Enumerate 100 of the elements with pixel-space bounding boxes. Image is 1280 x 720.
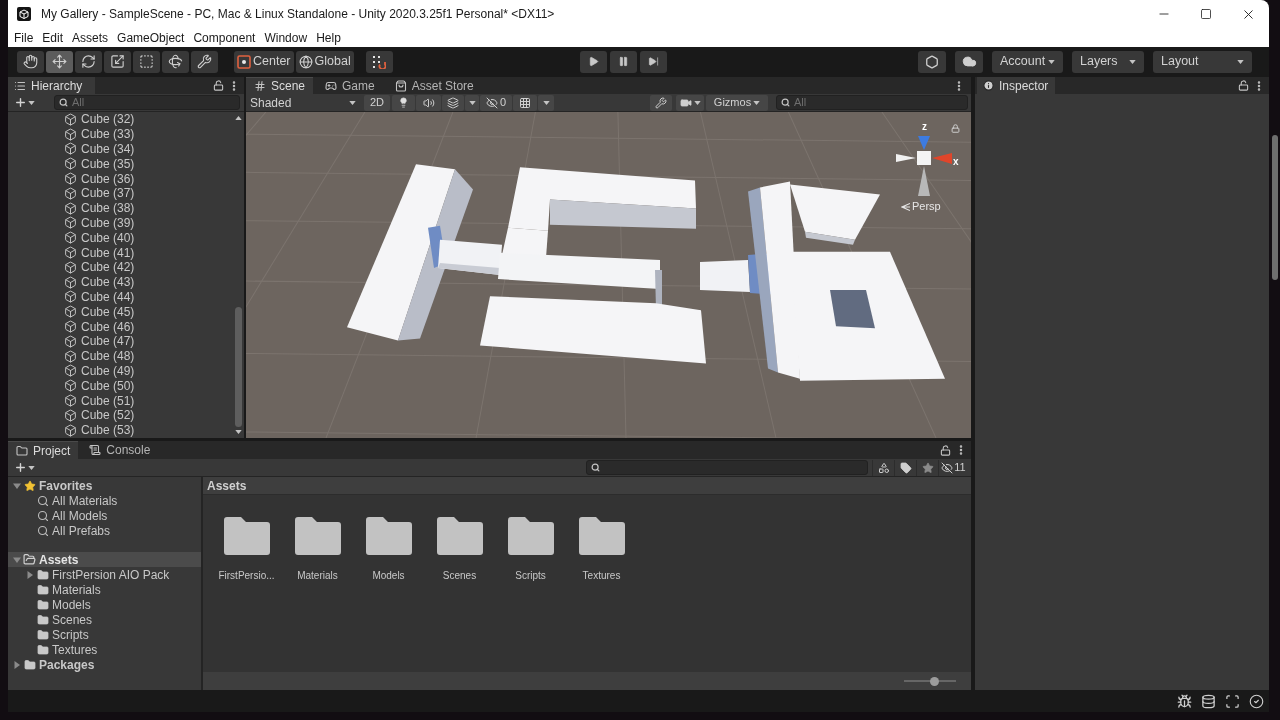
expanded-arrow-icon[interactable]: [12, 555, 21, 564]
asset-label[interactable]: Scripts: [515, 568, 546, 583]
playback-button[interactable]: [639, 50, 667, 73]
tool-button[interactable]: [46, 50, 73, 73]
tree-item[interactable]: Textures: [8, 642, 201, 657]
scrollbar-thumb[interactable]: [234, 307, 242, 427]
hierarchy-item[interactable]: Cube (35): [64, 157, 135, 171]
menu-item[interactable]: File: [14, 31, 34, 44]
asset-label[interactable]: Models: [372, 568, 405, 583]
lock-icon[interactable]: [1238, 80, 1249, 91]
scroll-down-arrow-icon[interactable]: [234, 430, 242, 434]
menu-item[interactable]: Help: [316, 31, 341, 44]
hierarchy-item[interactable]: Cube (43): [64, 275, 135, 289]
2d-toggle-button[interactable]: 2D: [364, 94, 390, 111]
lock-icon[interactable]: [213, 80, 224, 91]
pivot-button[interactable]: Center: [234, 50, 294, 73]
asset-label[interactable]: Textures: [582, 568, 621, 583]
asset-label[interactable]: Scenes: [442, 568, 477, 583]
panel-tab[interactable]: Scene: [246, 77, 314, 94]
hierarchy-item[interactable]: Cube (53): [64, 423, 135, 437]
expanded-arrow-icon[interactable]: [12, 481, 21, 490]
tree-item[interactable]: Scenes: [8, 612, 201, 627]
tools-button[interactable]: [650, 94, 672, 111]
grid-dropdown[interactable]: [538, 94, 554, 111]
hierarchy-item[interactable]: Cube (50): [64, 379, 135, 393]
hidden-objects-button[interactable]: 0: [480, 94, 512, 111]
asset-label[interactable]: Materials: [297, 568, 338, 583]
layout-dropdown[interactable]: Layout: [1153, 50, 1252, 73]
hierarchy-item[interactable]: Cube (32): [64, 112, 135, 126]
folder-icon[interactable]: [578, 517, 625, 555]
folder-icon[interactable]: [436, 517, 483, 555]
axis-gizmo-icon[interactable]: [896, 134, 952, 196]
shading-dropdown[interactable]: Shaded: [248, 94, 358, 111]
hierarchy-item[interactable]: Cube (46): [64, 320, 135, 334]
folder-icon[interactable]: [365, 517, 412, 555]
space-button[interactable]: Global: [295, 50, 354, 73]
bug-icon[interactable]: [1177, 693, 1192, 709]
hierarchy-item[interactable]: Cube (37): [64, 186, 135, 200]
folder-icon[interactable]: [223, 517, 270, 555]
menu-item[interactable]: GameObject: [117, 31, 185, 44]
projection-label[interactable]: Persp: [912, 201, 941, 212]
perspective-icon[interactable]: [901, 202, 910, 211]
cloud-button[interactable]: [955, 50, 983, 73]
effects-button[interactable]: [442, 94, 464, 111]
grid-button[interactable]: [513, 94, 537, 111]
tree-item[interactable]: Packages: [8, 657, 201, 672]
hierarchy-item[interactable]: Cube (39): [64, 216, 135, 230]
tool-button[interactable]: [133, 50, 160, 73]
scroll-up-arrow-icon[interactable]: [234, 116, 242, 120]
menu-item[interactable]: Edit: [42, 31, 64, 44]
hierarchy-item[interactable]: Cube (33): [64, 127, 135, 141]
panel-tab[interactable]: Hierarchy: [8, 77, 95, 94]
hierarchy-item[interactable]: Cube (34): [64, 142, 135, 156]
hierarchy-item[interactable]: Cube (41): [64, 246, 135, 260]
camera-dropdown[interactable]: [676, 94, 704, 111]
scan-icon[interactable]: [1225, 693, 1240, 709]
playback-button[interactable]: [579, 50, 607, 73]
tool-button[interactable]: [191, 50, 218, 73]
tool-button[interactable]: [162, 50, 189, 73]
hierarchy-item[interactable]: Cube (48): [64, 349, 135, 363]
layers-dropdown[interactable]: Layers: [1072, 50, 1144, 73]
hierarchy-item[interactable]: Cube (52): [64, 408, 135, 422]
tool-button[interactable]: [75, 50, 102, 73]
tool-button[interactable]: [104, 50, 131, 73]
menu-item[interactable]: Window: [264, 31, 308, 44]
folder-icon[interactable]: [507, 517, 554, 555]
panel-tab[interactable]: Project: [8, 441, 79, 459]
menu-item[interactable]: Assets: [72, 31, 109, 44]
menu-item[interactable]: Component: [193, 31, 256, 44]
hierarchy-item[interactable]: Cube (44): [64, 290, 135, 304]
tree-item[interactable]: Models: [8, 597, 201, 612]
search-field[interactable]: [586, 460, 868, 475]
playback-button[interactable]: [609, 50, 637, 73]
hierarchy-item[interactable]: Cube (49): [64, 364, 135, 378]
tree-item[interactable]: FirstPersion AIO Pack: [8, 567, 201, 582]
tree-item[interactable]: All Models: [8, 508, 201, 523]
tool-button[interactable]: [17, 50, 44, 73]
grid-snap-button[interactable]: [365, 50, 393, 73]
scene-viewport[interactable]: z x Persp: [246, 112, 971, 438]
collaborate-button[interactable]: [918, 50, 946, 73]
path-label[interactable]: Assets: [207, 476, 247, 495]
hierarchy-item[interactable]: Cube (42): [64, 260, 135, 274]
collapsed-arrow-icon[interactable]: [25, 570, 34, 579]
slider-thumb[interactable]: [929, 676, 939, 686]
folder-icon[interactable]: [294, 517, 341, 555]
scrollbar-thumb[interactable]: [1272, 135, 1278, 280]
effects-dropdown[interactable]: [465, 94, 479, 111]
hierarchy-item[interactable]: Cube (38): [64, 201, 135, 215]
gizmos-dropdown[interactable]: Gizmos: [706, 94, 768, 111]
hidden-packages-button[interactable]: 11: [938, 459, 968, 476]
hierarchy-item[interactable]: Cube (51): [64, 394, 135, 408]
tree-item[interactable]: All Prefabs: [8, 523, 201, 538]
audio-button[interactable]: [416, 94, 441, 111]
hierarchy-item[interactable]: Cube (47): [64, 334, 135, 348]
tree-item[interactable]: Scripts: [8, 627, 201, 642]
hierarchy-item[interactable]: Cube (45): [64, 305, 135, 319]
panel-tab[interactable]: Inspector: [977, 77, 1055, 94]
tree-item[interactable]: All Materials: [8, 493, 201, 508]
collapsed-arrow-icon[interactable]: [12, 660, 21, 669]
tree-item[interactable]: Favorites: [8, 478, 201, 493]
